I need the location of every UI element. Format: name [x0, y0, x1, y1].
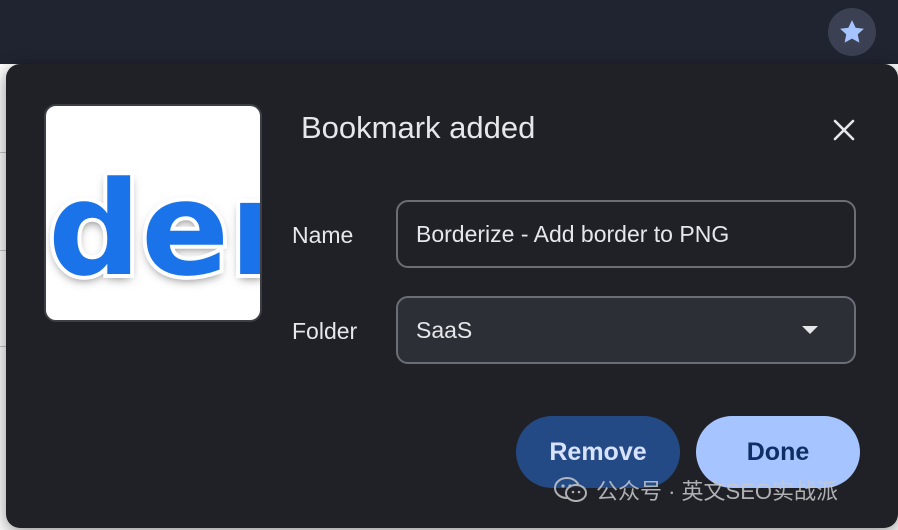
folder-selected-value: SaaS	[416, 316, 473, 343]
star-icon	[840, 20, 864, 43]
thumbnail-text: der	[48, 153, 260, 305]
dialog-title: Bookmark added	[301, 110, 536, 145]
browser-toolbar	[0, 0, 898, 64]
wechat-icon	[554, 477, 587, 502]
bookmark-dialog: der der Bookmark added Name Folder SaaS …	[6, 64, 898, 528]
close-icon	[833, 119, 855, 141]
folder-select[interactable]: SaaS	[396, 296, 856, 364]
watermark: 公众号 · 英文SEO实战派	[554, 474, 838, 506]
watermark-text: 公众号 · 英文SEO实战派	[596, 479, 839, 504]
bookmark-star-button[interactable]	[828, 8, 876, 56]
page-thumbnail: der der	[44, 104, 262, 322]
folder-label: Folder	[292, 318, 358, 344]
thumbnail-image: der der	[46, 149, 260, 309]
close-button[interactable]	[822, 108, 866, 152]
name-input[interactable]	[396, 200, 856, 268]
name-label: Name	[292, 222, 354, 248]
chevron-down-icon	[802, 326, 818, 334]
